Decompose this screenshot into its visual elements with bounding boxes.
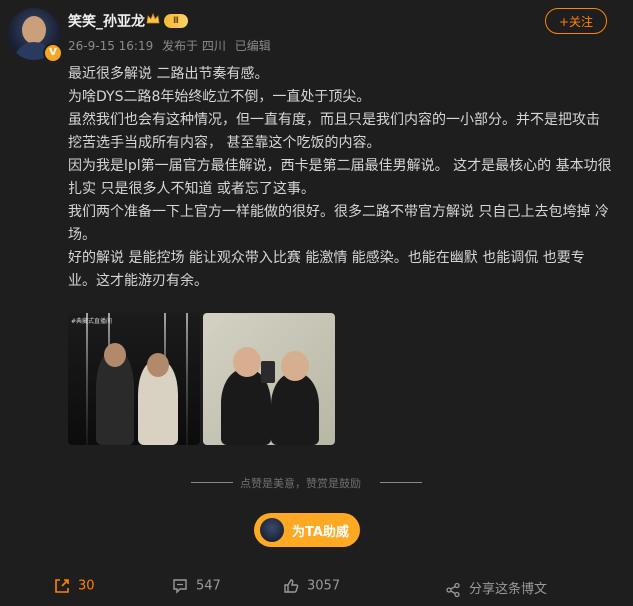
comment-button[interactable]: 547 <box>172 578 221 594</box>
share-icon <box>446 582 460 597</box>
username[interactable]: 笑笑_孙亚龙 <box>68 11 145 31</box>
support-button[interactable]: 为TA助威 <box>254 513 360 547</box>
repost-count: 30 <box>78 578 95 594</box>
share-button[interactable]: 分享这条博文 <box>445 578 547 598</box>
post-meta: 26-9-15 16:19 发布于 四川 已编辑 <box>68 37 276 54</box>
photo-caption: #典藏式直播间 <box>71 318 113 325</box>
post-line: 虽然我们也会有这种情况，但一直有度，而且只是我们内容的一小部分。并不是把攻击 挖… <box>68 112 600 151</box>
edited-label[interactable]: 已编辑 <box>235 39 271 53</box>
share-label: 分享这条博文 <box>469 582 548 597</box>
support-label: 为TA助威 <box>292 525 349 540</box>
person-head <box>104 343 126 367</box>
post-line: 为啥DYS二路8年始终屹立不倒，一直处于顶尖。 <box>68 89 371 105</box>
reward-hint: 点赞是美意，赞赏是鼓励 <box>240 477 361 490</box>
person-head <box>281 351 309 381</box>
post-time[interactable]: 26-9-15 16:19 <box>68 39 153 53</box>
comment-count: 547 <box>196 578 221 594</box>
divider-line <box>191 482 233 483</box>
thumbs-up-icon <box>284 579 299 593</box>
post-photo-2[interactable] <box>203 313 335 445</box>
verified-badge-icon: V <box>43 43 63 63</box>
avatar-face <box>22 16 46 44</box>
phone-prop <box>261 361 275 383</box>
comment-icon <box>173 579 187 594</box>
person-head <box>147 353 169 377</box>
post-line: 我们两个准备一下上官方一样能做的很好。很多二路不带官方解说 只自己上去包垮掉 冷… <box>68 204 609 243</box>
divider-line <box>380 482 422 483</box>
post-line: 因为我是lpl第一届官方最佳解说，西卡是第二届最佳男解说。 这才是最核心的 基本… <box>68 158 612 197</box>
post-line: 好的解说 是能控场 能让观众带入比赛 能激情 能感染。也能在幽默 也能调侃 也要… <box>68 250 585 289</box>
repost-icon <box>55 579 69 593</box>
follow-button[interactable]: +关注 <box>545 8 607 34</box>
member-level-badge: Ⅱ <box>164 14 188 28</box>
stage-light <box>186 313 188 445</box>
like-button[interactable]: 3057 <box>283 578 340 594</box>
crown-icon <box>146 13 160 24</box>
post-content: 最近很多解说 二路出节奏有感。 为啥DYS二路8年始终屹立不倒，一直处于顶尖。 … <box>68 63 612 293</box>
post-line: 最近很多解说 二路出节奏有感。 <box>68 66 269 82</box>
post-photo-1[interactable]: #典藏式直播间 <box>68 313 200 445</box>
support-avatar <box>260 518 284 542</box>
stage-light <box>86 313 88 445</box>
person-head <box>233 347 261 377</box>
repost-button[interactable]: 30 <box>54 578 95 594</box>
post-location: 发布于 四川 <box>162 39 226 53</box>
like-count: 3057 <box>307 578 341 594</box>
person-figure <box>271 373 319 445</box>
